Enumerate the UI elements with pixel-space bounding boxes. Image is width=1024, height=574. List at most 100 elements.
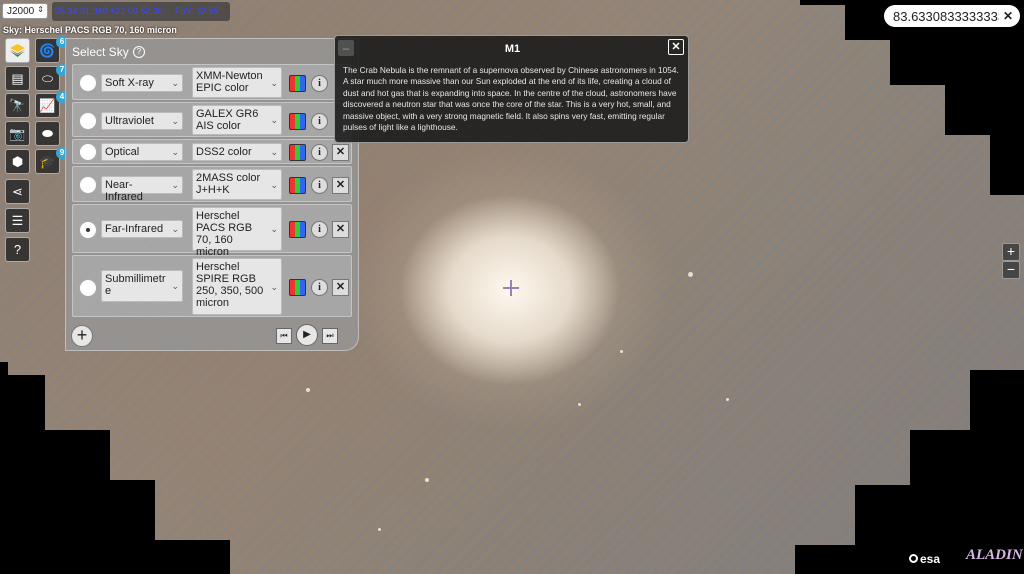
planning-button[interactable]: ⬬ [35,121,60,146]
observations-button[interactable]: 🔭 [5,93,30,118]
info-icon[interactable]: i [311,279,328,296]
help-button[interactable]: ? [5,237,30,262]
chevron-down-icon: ⌄ [270,224,278,234]
cube-icon: ⬢ [11,153,24,169]
color-palette-icon[interactable] [289,279,306,296]
star [306,388,310,392]
star [726,398,729,401]
chevron-down-icon: ⌄ [171,147,179,157]
survey-select-value: Herschel SPIRE RGB 250, 350, 500 micron [196,261,264,309]
sky-row-near-infrared: Near-Infrared ⌄ 2MASS color J+H+K ⌄ i ✕ [72,166,352,203]
band-select[interactable]: Optical ⌄ [101,143,183,161]
graduation-cap-icon: 🎓 [39,153,56,169]
add-sky-button[interactable]: + [71,325,93,347]
aladin-logo: ALADIN [966,547,1023,563]
sky-radio[interactable] [79,143,97,161]
panel-title: Select Sky [72,45,129,59]
info-icon[interactable]: i [311,144,328,161]
chevron-down-icon: ⌄ [171,180,179,190]
color-palette-icon[interactable] [289,177,306,194]
share-icon: ⋖ [12,183,23,199]
coordinates-readout: 05 34 31.940 +22 00 52.20 [55,6,163,16]
band-select-value: Soft X-ray [105,77,154,89]
zoom-in-button[interactable]: + [1002,243,1020,261]
survey-select[interactable]: GALEX GR6 AIS color ⌄ [192,105,282,135]
band-select[interactable]: Near-Infrared ⌄ [101,176,183,203]
popup-title: M1 [504,43,521,55]
esa-logo: esa [909,552,941,566]
color-palette-icon[interactable] [289,113,306,130]
share-button[interactable]: ⋖ [5,179,30,204]
survey-select[interactable]: 2MASS color J+H+K ⌄ [192,169,282,200]
chart-icon: 📈 [39,97,56,113]
band-select[interactable]: Soft X-ray ⌄ [101,74,183,92]
updown-arrow-icon: ⇕ [37,5,44,14]
star [578,403,581,406]
next-button[interactable]: ⏭ [322,328,338,344]
band-select-value: Far-Infrared [105,223,164,235]
target-search-input[interactable]: 83.6330833333333 ✕ [884,5,1020,27]
sky-radio[interactable] [79,279,97,297]
band-select[interactable]: Submillimetre ⌄ [101,270,183,302]
color-palette-icon[interactable] [289,221,306,238]
sky-radio[interactable] [79,112,97,130]
survey-select[interactable]: XMM-Newton EPIC color ⌄ [192,67,282,98]
delete-icon[interactable]: ✕ [332,144,349,161]
frame-select-value: J2000 [7,5,35,17]
fov-readout: FoV: 32.55' [175,6,221,16]
star [688,272,693,277]
info-icon[interactable]: i [311,221,328,238]
coverage-gap [0,540,230,574]
close-icon[interactable]: ✕ [668,39,684,55]
band-select[interactable]: Ultraviolet ⌄ [101,112,183,130]
color-palette-icon[interactable] [289,144,306,161]
survey-select-value: DSS2 color [196,146,252,158]
popup-description: The Crab Nebula is the remnant of a supe… [343,65,679,133]
object-info-popup: – M1 ✕ The Crab Nebula is the remnant of… [334,35,689,143]
band-select-value: Ultraviolet [105,115,154,127]
delete-icon[interactable]: ✕ [332,177,349,194]
select-sky-button[interactable] [5,38,30,63]
chevron-down-icon: ⌄ [171,78,179,88]
screenshot-button[interactable]: 📷 [5,121,30,146]
menu-icon: ☰ [11,212,24,228]
band-select[interactable]: Far-Infrared ⌄ [101,220,183,238]
sky-radio-selected[interactable] [79,221,97,239]
sky-row-soft-x-ray: Soft X-ray ⌄ XMM-Newton EPIC color ⌄ i [72,64,352,100]
info-icon[interactable]: i [311,177,328,194]
target-crosshair-icon [503,280,519,296]
select-sky-panel: Select Sky ? Soft X-ray ⌄ XMM-Newton EPIC… [65,38,359,351]
color-palette-icon[interactable] [289,75,306,92]
band-select-value: Near-Infrared [105,179,143,203]
menu-button[interactable]: ☰ [5,208,30,233]
galaxy-icon: 🌀 [39,42,56,58]
sky-radio[interactable] [79,176,97,194]
coverage-gap [890,40,1024,85]
catalog-button[interactable]: ▤ [5,66,30,91]
chevron-down-icon: ⌄ [171,224,179,234]
3d-button[interactable]: ⬢ [5,149,30,174]
survey-select[interactable]: Herschel SPIRE RGB 250, 350, 500 micron ⌄ [192,258,282,315]
delete-icon[interactable]: ✕ [332,279,349,296]
play-button[interactable]: ▶ [296,324,318,346]
close-icon[interactable]: ✕ [1000,8,1016,24]
coverage-gap [945,85,1024,135]
esa-logo-text: esa [920,552,941,566]
help-icon: ? [13,242,22,257]
info-icon[interactable]: i [311,75,328,92]
asteroid-icon: ⬬ [41,125,54,141]
delete-icon[interactable]: ✕ [332,221,349,238]
survey-select[interactable]: DSS2 color ⌄ [192,143,282,161]
help-icon[interactable]: ? [133,46,145,58]
info-icon[interactable]: i [311,113,328,130]
chevron-down-icon: ⌄ [270,147,278,157]
sky-radio[interactable] [79,74,97,92]
zoom-out-button[interactable]: − [1002,261,1020,279]
frame-select[interactable]: J2000 ⇕ [2,3,48,19]
ellipse-galaxy-icon: ⬭ [41,70,54,86]
previous-button[interactable]: ⏮ [276,328,292,344]
star [378,528,381,531]
sky-row-ultraviolet: Ultraviolet ⌄ GALEX GR6 AIS color ⌄ i [72,102,352,137]
survey-select[interactable]: Herschel PACS RGB 70, 160 micron ⌄ [192,207,282,258]
target-search-value: 83.6330833333333 [893,8,999,24]
